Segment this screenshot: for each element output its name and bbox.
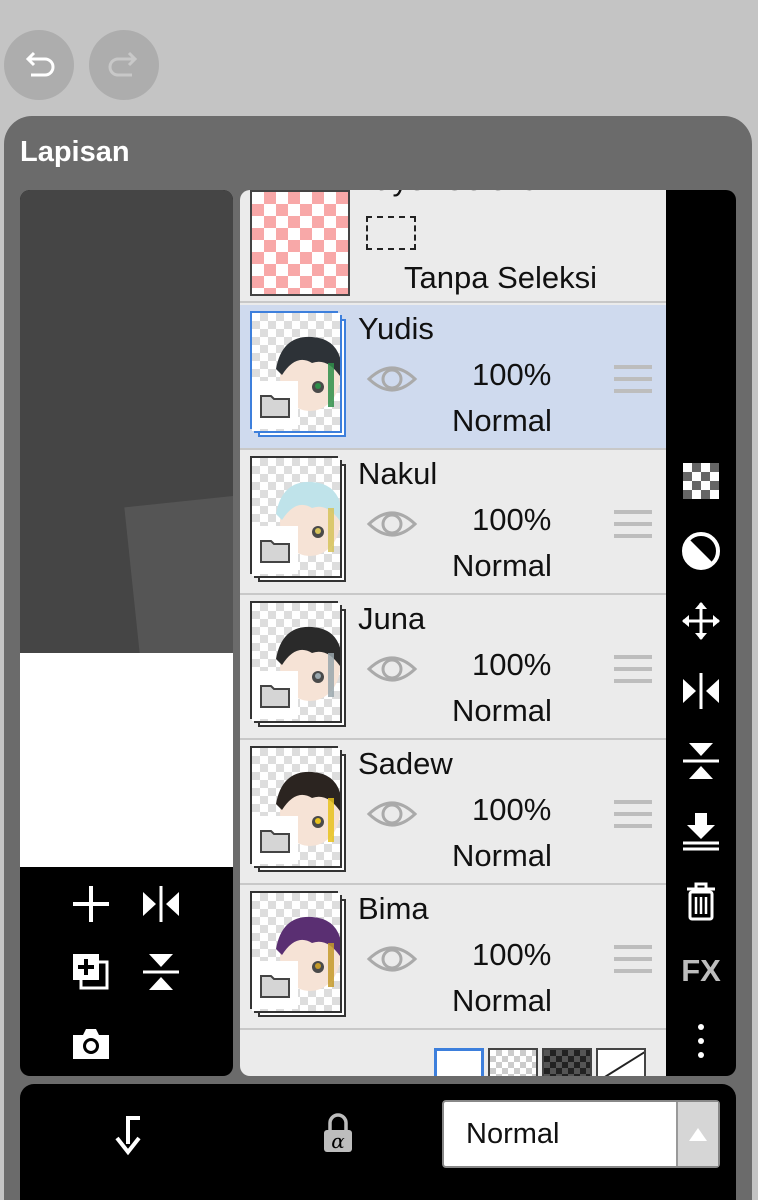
folder-icon: [260, 685, 290, 708]
drag-handle-icon[interactable]: [614, 800, 652, 828]
canvas-preview: [20, 190, 233, 1076]
folder-icon: [260, 830, 290, 853]
merge-down-icon: [683, 813, 719, 851]
layer-tool-strip: FX: [666, 190, 736, 1076]
background-none-swatch[interactable]: [596, 1048, 646, 1076]
layer-list[interactable]: Layer Seleksi Tanpa Seleksi: [240, 190, 666, 1076]
folder-icon: [260, 975, 290, 998]
layer-blend-mode: Normal: [452, 838, 552, 873]
flip-horizontal-icon: [143, 886, 179, 922]
clipping-arrow-icon: [115, 1116, 141, 1156]
layer-row[interactable]: Bima 100% Normal: [240, 885, 666, 1030]
redo-button[interactable]: [89, 30, 159, 100]
background-white-swatch[interactable]: [434, 1048, 484, 1076]
trash-icon: [687, 882, 715, 921]
layer-opacity[interactable]: 100%: [472, 937, 551, 973]
flip-vertical-button[interactable]: [136, 947, 186, 997]
layer-row[interactable]: Sadew 100% Normal: [240, 740, 666, 885]
layer-opacity[interactable]: 100%: [472, 357, 551, 393]
layer-name: Nakul: [358, 456, 438, 491]
selection-layer-row[interactable]: Layer Seleksi Tanpa Seleksi: [240, 190, 666, 303]
layer-bottom-bar: α Normal: [20, 1084, 736, 1200]
undo-arrow-icon: [25, 51, 55, 77]
import-photo-button[interactable]: [66, 1018, 116, 1068]
blend-mode-value: Normal: [466, 1118, 560, 1150]
alpha-lock-button[interactable]: α: [308, 1104, 368, 1164]
flip-layer-horizontal-button[interactable]: [676, 666, 726, 716]
folder-icon: [260, 540, 290, 563]
drag-handle-icon[interactable]: [614, 365, 652, 393]
layer-thumbnail: [250, 891, 346, 1019]
merge-down-button[interactable]: [676, 806, 726, 856]
canvas-thumbnail[interactable]: [20, 190, 233, 867]
duplicate-icon: [73, 954, 109, 990]
background-dark-checker-swatch[interactable]: [542, 1048, 592, 1076]
background-light-checker-swatch[interactable]: [488, 1048, 538, 1076]
more-options-button[interactable]: [676, 1016, 726, 1066]
layer-thumbnail: [250, 311, 346, 439]
move-arrows-icon: [682, 602, 720, 640]
layer-thumbnail: [250, 601, 346, 729]
flip-horizontal-button[interactable]: [136, 879, 186, 929]
visibility-eye-icon[interactable]: [366, 361, 418, 397]
clipping-button[interactable]: [98, 1104, 158, 1164]
camera-icon: [73, 1029, 109, 1059]
selection-layer-thumbnail: [250, 190, 350, 296]
layer-opacity[interactable]: 100%: [472, 502, 551, 538]
drag-handle-icon[interactable]: [614, 655, 652, 683]
selection-status: Tanpa Seleksi: [404, 260, 598, 295]
more-vertical-icon: [698, 1024, 704, 1058]
panel-title: Lapisan: [20, 136, 130, 168]
layer-thumbnail: [250, 456, 346, 584]
flip-layer-vertical-button[interactable]: [676, 736, 726, 786]
layer-name: Yudis: [358, 311, 434, 346]
layer-opacity[interactable]: 100%: [472, 792, 551, 828]
drag-handle-icon[interactable]: [614, 945, 652, 973]
flip-vertical-icon: [683, 743, 719, 779]
flip-vertical-icon: [143, 954, 179, 990]
layer-row[interactable]: Nakul 100% Normal: [240, 450, 666, 595]
transparency-button[interactable]: [676, 456, 726, 506]
fx-icon: FX: [681, 953, 721, 988]
drag-handle-icon[interactable]: [614, 510, 652, 538]
layer-blend-mode: Normal: [452, 983, 552, 1018]
layer-row[interactable]: Juna 100% Normal: [240, 595, 666, 740]
delete-layer-button[interactable]: [676, 876, 726, 926]
layer-name: Juna: [358, 601, 426, 636]
add-layer-button[interactable]: [66, 879, 116, 929]
duplicate-layer-button[interactable]: [66, 947, 116, 997]
redo-arrow-icon: [108, 51, 138, 77]
visibility-eye-icon[interactable]: [366, 941, 418, 977]
undo-button[interactable]: [4, 30, 74, 100]
invert-button[interactable]: [676, 526, 726, 576]
blend-mode-select[interactable]: Normal: [442, 1100, 720, 1168]
layer-blend-mode: Normal: [452, 693, 552, 728]
filter-fx-button[interactable]: FX: [676, 946, 726, 996]
background-swatches: [434, 1048, 646, 1076]
selection-marquee-icon: [366, 216, 416, 250]
layers-panel: Lapisan Layer Seleksi Tanpa Seleksi: [4, 116, 752, 1200]
layer-name: Bima: [358, 891, 429, 926]
layer-blend-mode: Normal: [452, 403, 552, 438]
layer-opacity[interactable]: 100%: [472, 647, 551, 683]
half-circle-icon: [682, 532, 720, 570]
dropdown-arrow-icon[interactable]: [676, 1102, 718, 1166]
move-button[interactable]: [676, 596, 726, 646]
alpha-lock-icon: α: [324, 1113, 352, 1153]
layer-row[interactable]: Yudis 100% Normal: [240, 305, 666, 450]
visibility-eye-icon[interactable]: [366, 796, 418, 832]
selection-layer-name: Layer Seleksi: [358, 190, 544, 198]
svg-text:α: α: [331, 1129, 345, 1153]
layer-blend-mode: Normal: [452, 548, 552, 583]
plus-icon: [73, 886, 109, 922]
visibility-eye-icon[interactable]: [366, 506, 418, 542]
checkerboard-icon: [683, 463, 719, 499]
layer-name: Sadew: [358, 746, 453, 781]
folder-icon: [260, 395, 290, 418]
layer-thumbnail: [250, 746, 346, 874]
flip-horizontal-icon: [683, 673, 719, 709]
visibility-eye-icon[interactable]: [366, 651, 418, 687]
